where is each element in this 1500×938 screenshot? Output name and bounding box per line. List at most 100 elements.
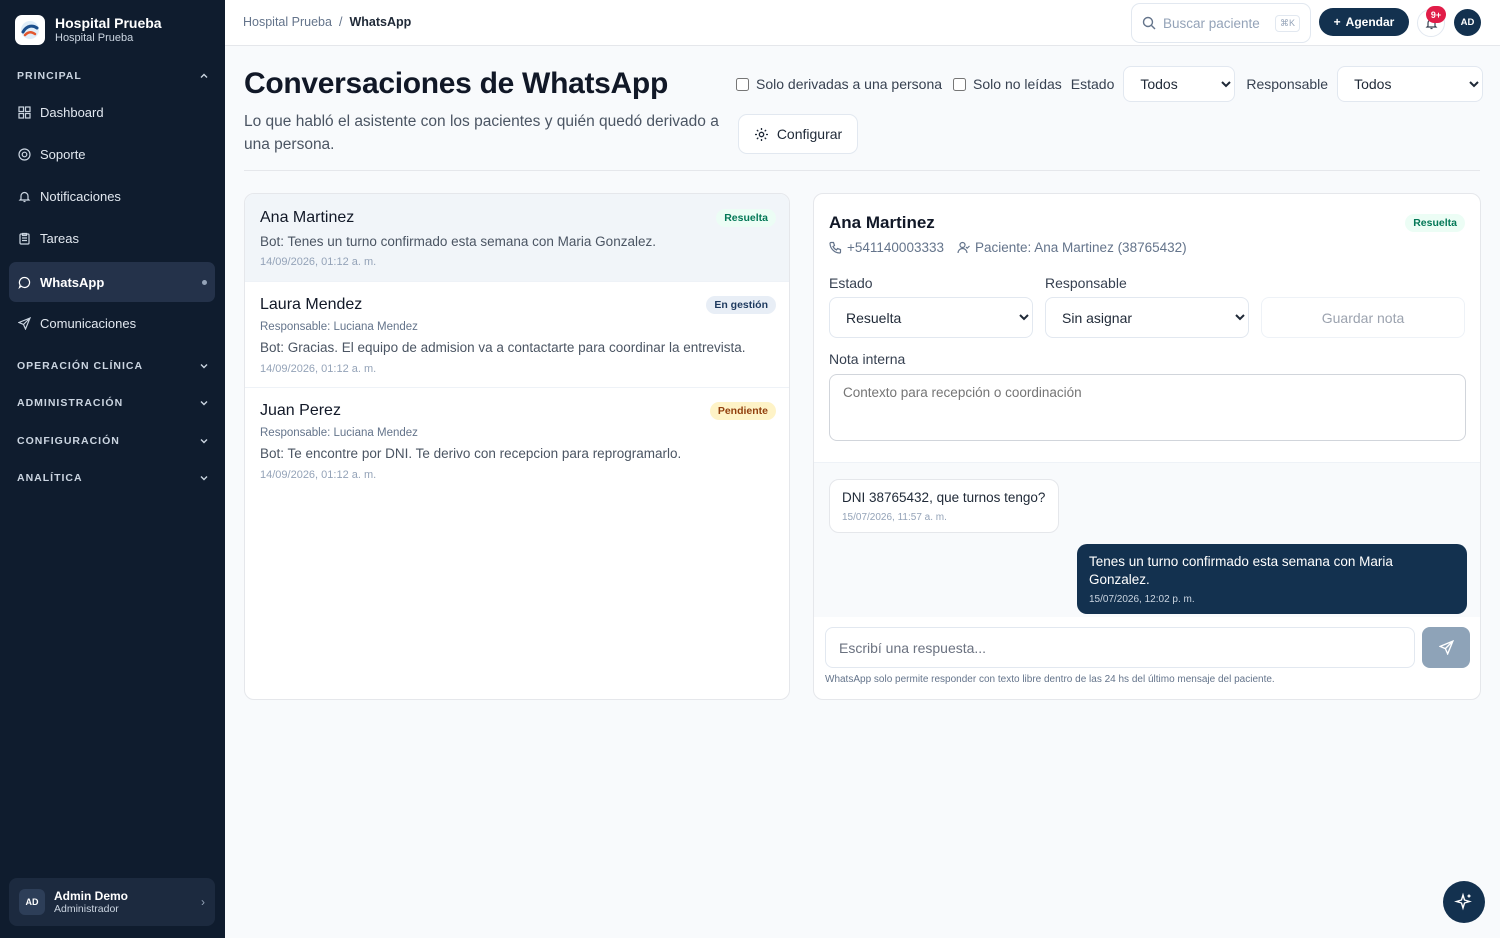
estado-filter-select[interactable]: Todos: [1123, 66, 1236, 102]
sidebar-item-label: Soporte: [40, 146, 86, 162]
search-placeholder: Buscar paciente: [1163, 15, 1260, 31]
sidebar-item-label: Tareas: [40, 230, 80, 246]
section-operacion-clinica[interactable]: OPERACIÓN CLÍNICA: [17, 360, 209, 372]
message-time: 15/07/2026, 12:02 p. m.: [1089, 594, 1195, 605]
conversation-detail: Ana Martinez Resuelta +541140003333 Paci…: [813, 193, 1481, 700]
section-administracion[interactable]: ADMINISTRACIÓN: [17, 397, 209, 409]
sidebar-item-label: Notificaciones: [40, 188, 121, 204]
conversation-item[interactable]: Juan Perez Pendiente Responsable: Lucian…: [245, 388, 789, 493]
contact-meta: +541140003333 Paciente: Ana Martinez (38…: [829, 240, 1187, 255]
responsable-filter-label: Responsable: [1246, 76, 1329, 92]
sidebar-item-notificaciones[interactable]: Notificaciones: [9, 176, 215, 216]
section-analitica[interactable]: ANALÍTICA: [17, 472, 209, 484]
contact-phone: +541140003333: [847, 240, 944, 255]
reply-hint: WhatsApp solo permite responder con text…: [825, 674, 1275, 685]
checkbox[interactable]: [736, 77, 749, 91]
responsable-select[interactable]: Sin asignar: [1045, 297, 1249, 338]
chevron-right-icon: ›: [201, 895, 205, 909]
sidebar-item-comunicaciones[interactable]: Comunicaciones: [9, 303, 215, 343]
conversation-responsable: Responsable: Luciana Mendez: [260, 427, 418, 439]
conversation-item[interactable]: Laura Mendez En gestión Responsable: Luc…: [245, 282, 789, 387]
only-derived-checkbox[interactable]: Solo derivadas a una persona: [736, 76, 942, 92]
responsable-label: Responsable: [1045, 275, 1127, 291]
note-textarea[interactable]: [829, 374, 1466, 441]
section-label: CONFIGURACIÓN: [17, 435, 120, 447]
responsable-filter-select[interactable]: Todos: [1337, 66, 1484, 102]
sidebar-item-tareas[interactable]: Tareas: [9, 218, 215, 258]
only-unread-label: Solo no leídas: [973, 76, 1062, 92]
search-icon: [1142, 16, 1156, 30]
send-icon: [1438, 640, 1454, 655]
notification-badge: 9+: [1426, 6, 1446, 23]
only-unread-checkbox[interactable]: Solo no leídas: [953, 76, 1062, 92]
brand-subtitle: Hospital Prueba: [55, 32, 134, 44]
only-derived-label: Solo derivadas a una persona: [756, 76, 943, 92]
page-subtitle: Lo que habló el asistente con los pacien…: [244, 113, 719, 153]
chevron-down-icon: [200, 364, 208, 369]
sidebar-item-label: WhatsApp: [40, 274, 105, 290]
avatar: AD: [19, 889, 45, 915]
checkbox[interactable]: [953, 77, 967, 91]
conversation-name: Juan Perez: [260, 402, 341, 419]
chevron-down-icon: [200, 401, 208, 406]
status-badge: Pendiente: [709, 402, 776, 420]
section-label: ADMINISTRACIÓN: [17, 397, 124, 409]
estado-label: Estado: [829, 275, 873, 291]
reply-input[interactable]: [825, 627, 1415, 668]
breadcrumb-item[interactable]: Hospital Prueba: [243, 15, 332, 29]
status-badge: Resuelta: [716, 209, 776, 227]
message-time: 15/07/2026, 11:57 a. m.: [842, 512, 947, 523]
conversation-time: 14/09/2026, 01:12 a. m.: [260, 469, 377, 481]
chevron-down-icon: [200, 476, 208, 481]
configurar-button[interactable]: Configurar: [738, 114, 858, 154]
breadcrumb: Hospital Prueba / WhatsApp: [243, 15, 411, 29]
bell-icon: [17, 189, 31, 203]
section-configuracion[interactable]: CONFIGURACIÓN: [17, 435, 209, 447]
sidebar-item-label: Comunicaciones: [40, 315, 137, 331]
user-menu[interactable]: AD Admin Demo Administrador ›: [9, 878, 215, 926]
brand[interactable]: Hospital Prueba Hospital Prueba: [15, 15, 162, 45]
search-input[interactable]: Buscar paciente ⌘K: [1131, 3, 1311, 43]
section-label: ANALÍTICA: [17, 472, 83, 484]
detail-contact-name: Ana Martinez: [829, 213, 935, 232]
sidebar-item-whatsapp[interactable]: WhatsApp: [9, 262, 215, 302]
section-label: OPERACIÓN CLÍNICA: [17, 360, 144, 372]
send-button[interactable]: [1422, 627, 1470, 668]
breadcrumb-current: WhatsApp: [349, 15, 412, 29]
hospital-logo-icon: [15, 15, 45, 45]
user-name: Admin Demo: [54, 888, 129, 903]
sidebar-item-soporte[interactable]: Soporte: [9, 134, 215, 174]
send-icon: [17, 316, 31, 330]
assistant-button[interactable]: [1443, 881, 1485, 923]
lifebuoy-icon: [17, 147, 31, 161]
section-principal[interactable]: PRINCIPAL: [17, 70, 209, 82]
conversation-last-message: Bot: Te encontre por DNI. Te derivo con …: [260, 446, 682, 461]
phone-icon: [829, 241, 842, 254]
sidebar-item-dashboard[interactable]: Dashboard: [9, 92, 215, 132]
conversation-time: 14/09/2026, 01:12 a. m.: [260, 256, 377, 268]
user-icon: [957, 241, 970, 254]
search-shortcut: ⌘K: [1274, 14, 1300, 32]
plus-icon: +: [1333, 15, 1341, 29]
topbar: Hospital Prueba / WhatsApp Buscar pacien…: [225, 0, 1500, 46]
agendar-button[interactable]: + Agendar: [1319, 8, 1409, 36]
estado-filter-label: Estado: [1070, 76, 1115, 92]
conversation-item[interactable]: Ana Martinez Resuelta Bot: Tenes un turn…: [245, 194, 789, 281]
agendar-label: Agendar: [1345, 15, 1395, 29]
chevron-up-icon: [200, 73, 208, 78]
conversation-name: Laura Mendez: [260, 296, 363, 313]
clipboard-icon: [17, 231, 31, 245]
conversation-name: Ana Martinez: [260, 209, 355, 226]
status-badge: Resuelta: [1405, 214, 1465, 232]
brand-title: Hospital Prueba: [55, 15, 162, 31]
divider: [244, 170, 1480, 171]
sidebar-item-label: Dashboard: [40, 104, 104, 120]
estado-select[interactable]: Resuelta: [829, 297, 1033, 338]
avatar[interactable]: AD: [1454, 9, 1481, 36]
conversation-list: Ana Martinez Resuelta Bot: Tenes un turn…: [244, 193, 790, 700]
chat-bubble-icon: [17, 275, 31, 289]
note-label: Nota interna: [829, 351, 906, 367]
save-note-button[interactable]: Guardar nota: [1261, 297, 1465, 338]
page-title: Conversaciones de WhatsApp: [244, 67, 668, 100]
sidebar: Hospital Prueba Hospital Prueba PRINCIPA…: [0, 0, 225, 938]
